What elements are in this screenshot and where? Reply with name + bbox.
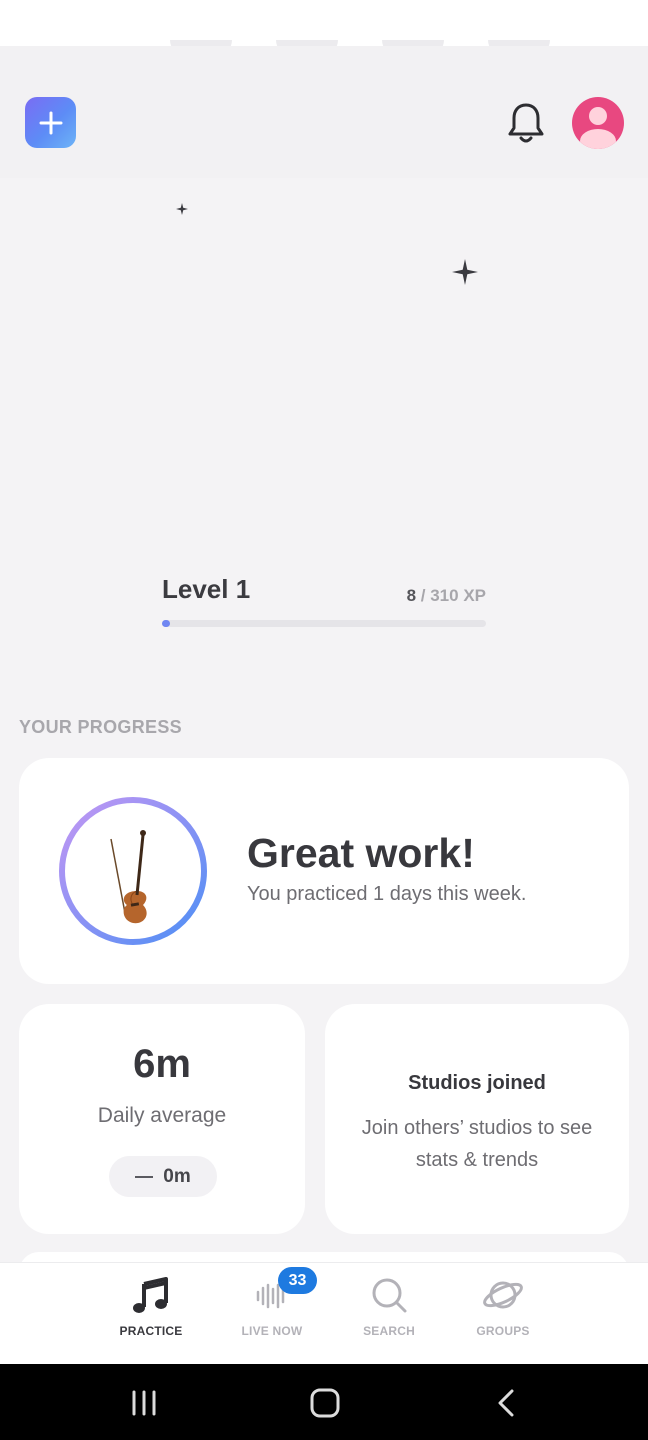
nav-label: SEARCH bbox=[363, 1324, 415, 1338]
plus-icon bbox=[39, 111, 62, 134]
daily-average-value: 6m bbox=[133, 1042, 191, 1086]
nav-label: GROUPS bbox=[476, 1324, 530, 1338]
studios-description: Join others’ studios to see stats & tren… bbox=[361, 1117, 593, 1171]
top-bar bbox=[0, 46, 648, 178]
search-icon bbox=[372, 1278, 407, 1313]
home-icon[interactable] bbox=[310, 1388, 340, 1418]
dash-icon bbox=[135, 1175, 154, 1178]
back-icon[interactable] bbox=[496, 1388, 516, 1418]
nav-label: LIVE NOW bbox=[241, 1324, 303, 1338]
weekly-progress-card[interactable]: Great work! You practiced 1 days this we… bbox=[19, 758, 629, 984]
studios-title: Studios joined bbox=[408, 1072, 546, 1094]
music-note-icon bbox=[133, 1277, 168, 1313]
sparkle-icon bbox=[176, 203, 188, 215]
recent-apps-icon[interactable] bbox=[131, 1388, 157, 1418]
daily-average-change: 0m bbox=[109, 1156, 217, 1197]
xp-total: / 310 XP bbox=[420, 586, 486, 605]
daily-average-card[interactable]: 6m Daily average 0m bbox=[19, 1004, 305, 1234]
headline: Great work! bbox=[247, 830, 475, 876]
studios-joined-card[interactable]: Studios joined Join others’ studios to s… bbox=[325, 1004, 629, 1234]
daily-average-label: Daily average bbox=[97, 1104, 227, 1127]
nav-practice[interactable]: PRACTICE bbox=[91, 1263, 211, 1365]
user-avatar-icon bbox=[580, 107, 616, 149]
level-title: Level 1 bbox=[162, 574, 251, 604]
nav-groups[interactable]: GROUPS bbox=[443, 1263, 563, 1365]
nav-label: PRACTICE bbox=[119, 1324, 183, 1338]
sparkle-icon bbox=[452, 259, 478, 285]
violin-icon bbox=[110, 830, 147, 924]
bottom-nav: PRACTICE LIVE NOW SEARCH GROUPS bbox=[0, 1262, 648, 1364]
practice-summary: You practiced 1 days this week. bbox=[247, 883, 527, 905]
progress-ring bbox=[59, 797, 207, 945]
nav-search[interactable]: SEARCH bbox=[329, 1263, 449, 1365]
profile-avatar[interactable] bbox=[572, 97, 624, 149]
xp-current: 8 bbox=[406, 586, 417, 605]
add-button[interactable] bbox=[25, 97, 76, 148]
live-count-badge: 33 bbox=[278, 1267, 317, 1294]
xp-progress-bar bbox=[162, 620, 486, 627]
xp-counter: 8 / 310 XP bbox=[380, 586, 486, 606]
system-nav-bar bbox=[0, 1364, 648, 1440]
xp-progress-fill bbox=[162, 620, 171, 627]
daily-average-change-value: 0m bbox=[163, 1165, 191, 1187]
section-label: YOUR PROGRESS bbox=[19, 717, 182, 737]
bell-icon[interactable] bbox=[505, 100, 547, 146]
planet-icon bbox=[483, 1281, 523, 1309]
